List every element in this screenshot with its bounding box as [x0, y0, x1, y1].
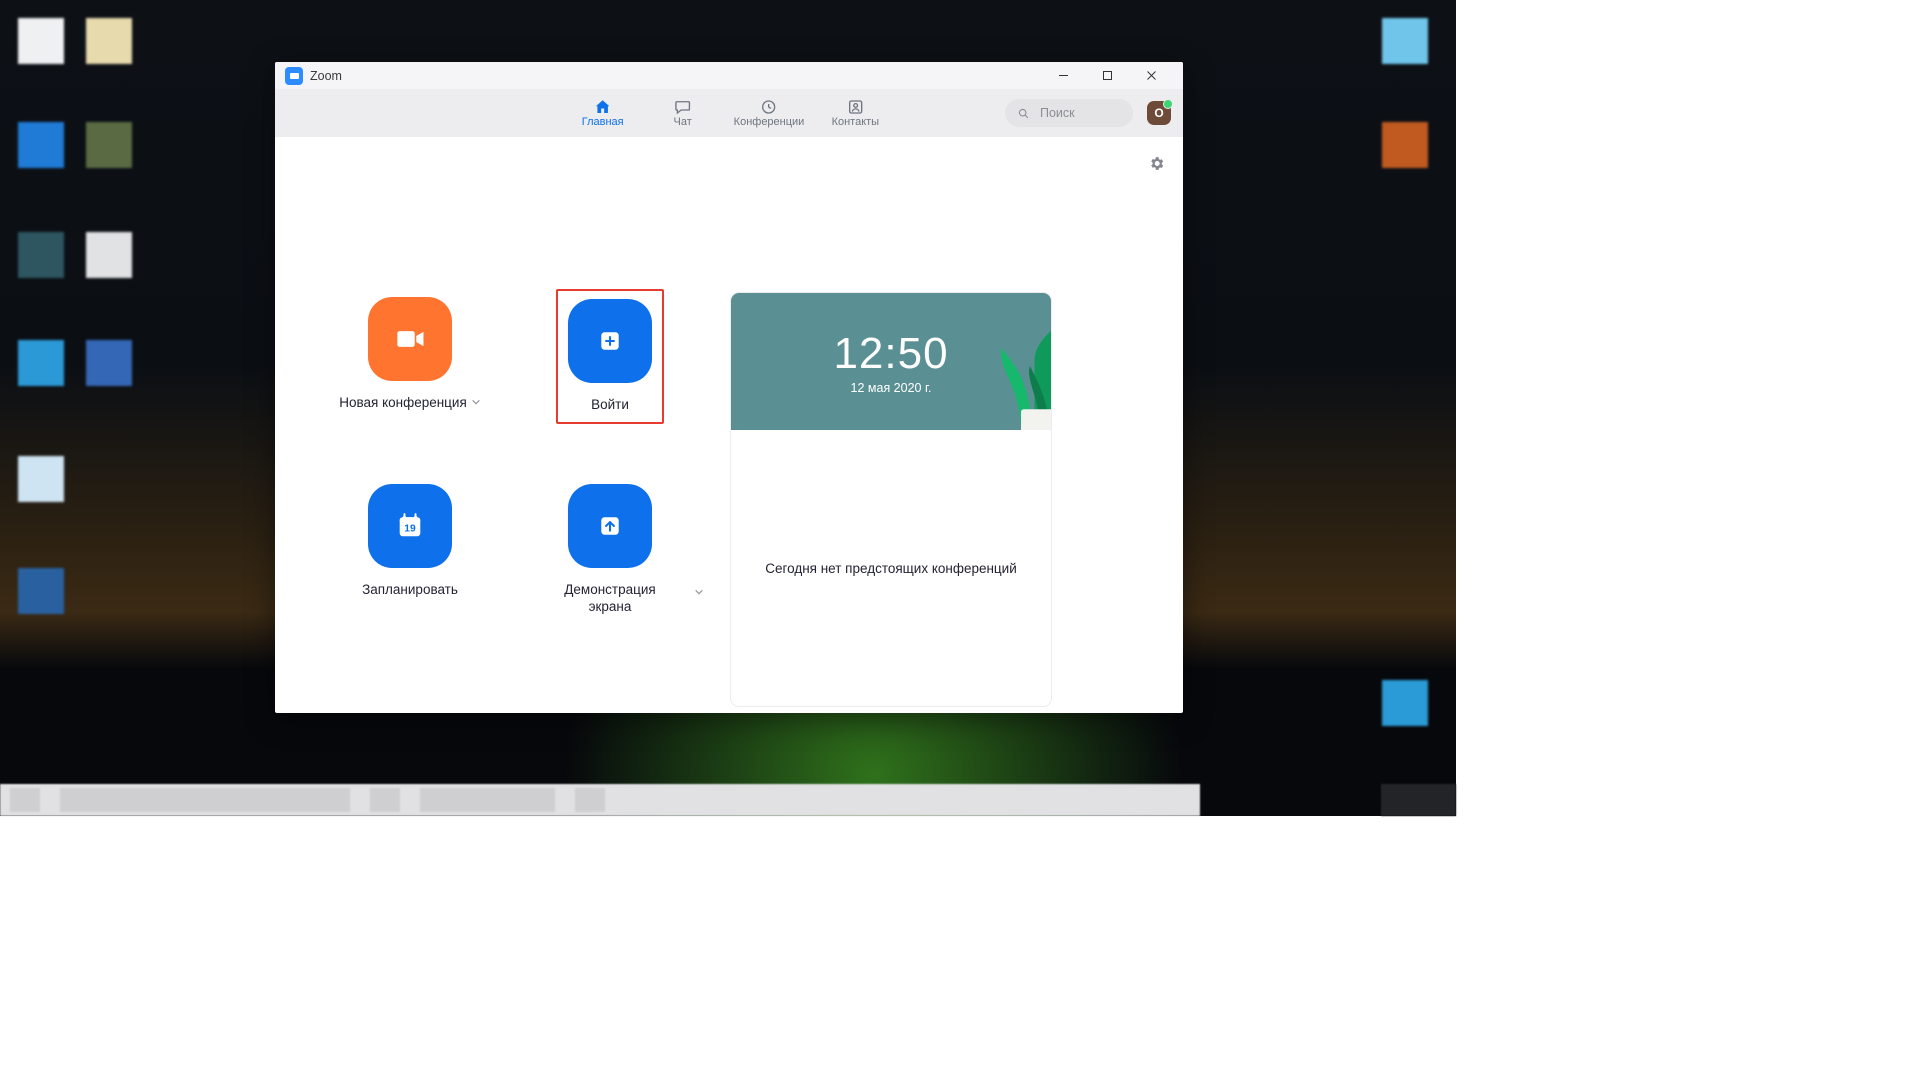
- desktop-icon: [18, 122, 64, 168]
- desktop-icon: [86, 122, 132, 168]
- desktop-icon: [86, 232, 132, 278]
- desktop-icon: [1382, 18, 1428, 64]
- svg-text:19: 19: [404, 523, 416, 534]
- search-input[interactable]: [1038, 105, 1121, 121]
- nav-tab-chat[interactable]: Чат: [654, 98, 712, 128]
- close-button[interactable]: [1129, 62, 1173, 89]
- schedule-button[interactable]: 19 Запланировать: [362, 484, 458, 616]
- share-screen-button[interactable]: Демонстрация экрана: [564, 484, 655, 616]
- video-icon: [368, 297, 452, 381]
- maximize-button[interactable]: [1085, 62, 1129, 89]
- zoom-logo-icon: [285, 67, 303, 85]
- plant-decoration-icon: [985, 320, 1052, 430]
- settings-button[interactable]: [1148, 155, 1165, 177]
- title-bar[interactable]: Zoom: [275, 62, 1183, 89]
- search-icon: [1017, 107, 1030, 120]
- desktop-icon: [1382, 680, 1428, 726]
- desktop-icon: [18, 340, 64, 386]
- desktop-icon: [86, 18, 132, 64]
- action-label: Демонстрация экрана: [564, 582, 655, 616]
- zoom-window: Zoom Главная: [275, 62, 1183, 713]
- nav-tab-label: Чат: [674, 116, 692, 128]
- chevron-down-icon[interactable]: [471, 395, 481, 412]
- nav-tab-meetings[interactable]: Конференции: [734, 98, 805, 128]
- plus-icon: [568, 299, 652, 383]
- calendar-icon: 19: [368, 484, 452, 568]
- home-icon: [594, 98, 612, 116]
- profile-avatar[interactable]: O: [1147, 101, 1171, 125]
- taskbar[interactable]: [0, 784, 1200, 816]
- desktop-icon: [1382, 122, 1428, 168]
- action-label: Войти: [591, 397, 629, 414]
- action-grid: Новая конференция Войти: [310, 297, 710, 616]
- desktop-icon: [18, 18, 64, 64]
- clock-card: 12:50 12 мая 2020 г.: [731, 293, 1051, 430]
- current-date: 12 мая 2020 г.: [851, 381, 932, 395]
- content-area: Новая конференция Войти: [275, 137, 1183, 713]
- contacts-icon: [846, 98, 864, 116]
- nav-tab-home[interactable]: Главная: [574, 98, 632, 128]
- join-button[interactable]: Войти: [556, 289, 664, 424]
- action-label: Запланировать: [362, 582, 458, 599]
- avatar-initial: O: [1154, 106, 1163, 120]
- desktop-icon: [86, 340, 132, 386]
- clock-icon: [760, 98, 778, 116]
- nav-tab-label: Конференции: [734, 116, 805, 128]
- system-tray[interactable]: [1381, 784, 1456, 816]
- desktop-background: Zoom Главная: [0, 0, 1456, 816]
- nav-tab-label: Контакты: [832, 116, 880, 128]
- new-meeting-button[interactable]: Новая конференция: [339, 297, 481, 424]
- nav-tab-contacts[interactable]: Контакты: [826, 98, 884, 128]
- action-label: Новая конференция: [339, 395, 467, 412]
- current-time: 12:50: [833, 329, 948, 379]
- chevron-down-icon[interactable]: [694, 584, 704, 602]
- window-title: Zoom: [310, 69, 342, 83]
- nav-tab-label: Главная: [582, 116, 624, 128]
- nav-bar: Главная Чат Конференции: [275, 89, 1183, 137]
- minimize-button[interactable]: [1041, 62, 1085, 89]
- desktop-icon: [18, 456, 64, 502]
- upcoming-panel: 12:50 12 мая 2020 г. Сегодня нет предсто…: [730, 292, 1052, 707]
- desktop-icon: [18, 568, 64, 614]
- desktop-icon: [18, 232, 64, 278]
- share-icon: [568, 484, 652, 568]
- no-meetings-message: Сегодня нет предстоящих конференций: [765, 561, 1017, 576]
- chat-icon: [674, 98, 692, 116]
- search-box[interactable]: [1005, 99, 1133, 127]
